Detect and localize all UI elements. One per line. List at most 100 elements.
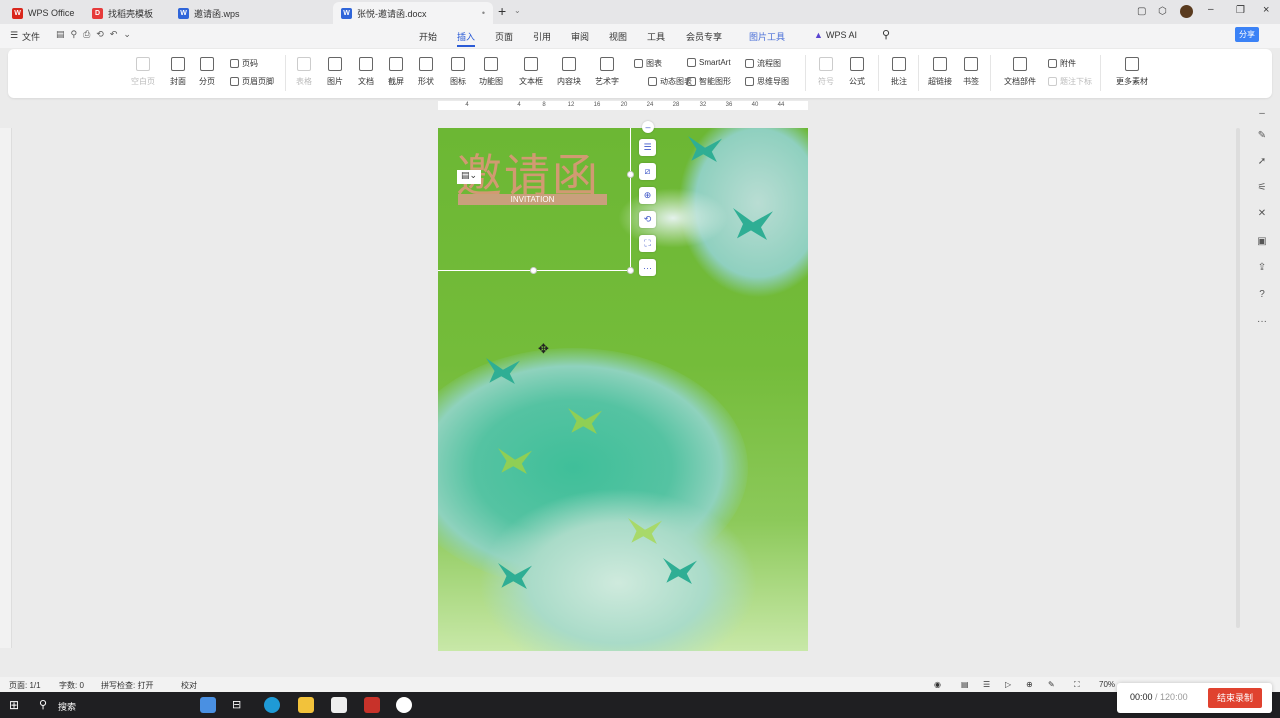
task-view-icon[interactable]: ⊟ — [232, 698, 241, 711]
ribbon-item-2[interactable]: 分页 — [199, 57, 215, 87]
resize-handle[interactable] — [627, 267, 634, 274]
ribbon-item-3[interactable]: 页码 — [230, 58, 258, 69]
ribbon-item-23[interactable]: 批注 — [891, 57, 907, 87]
pen-icon[interactable]: ✎ — [1048, 680, 1055, 689]
window-layout-icon[interactable]: ▢ — [1137, 6, 1146, 17]
tab-close-icon[interactable]: • — [482, 8, 485, 18]
edge-icon[interactable] — [264, 697, 280, 713]
ribbon-item-8[interactable]: 截屏 — [388, 57, 404, 87]
resize-handle[interactable] — [530, 267, 537, 274]
collapse-icon[interactable]: – — [642, 121, 654, 133]
play-icon[interactable]: ▷ — [1005, 680, 1011, 689]
ribbon-item-16[interactable]: 动态图表 — [648, 76, 692, 87]
ribbon-item-21[interactable]: 符号 — [818, 57, 834, 87]
help-icon[interactable]: ? — [1255, 289, 1269, 303]
more-icon[interactable]: ··· — [639, 259, 656, 276]
avatar[interactable] — [1180, 5, 1193, 18]
tab-view[interactable]: 视图 — [609, 30, 627, 43]
minimize-icon[interactable]: – — [1208, 4, 1214, 15]
ribbon-item-28[interactable]: 题注下标 — [1048, 76, 1092, 87]
ribbon-item-11[interactable]: 功能图 — [479, 57, 503, 87]
eye-icon[interactable]: ◉ — [934, 680, 941, 689]
ribbon-item-13[interactable]: 内容块 — [557, 57, 581, 87]
ribbon-item-26[interactable]: 文档部件 — [1004, 57, 1036, 87]
tab-picture-tools[interactable]: 图片工具 — [749, 30, 785, 43]
file-menu[interactable]: 文件 — [22, 30, 40, 43]
qq-icon[interactable] — [396, 697, 412, 713]
windows-start-icon[interactable]: ⊞ — [9, 698, 19, 712]
store-icon[interactable] — [331, 697, 347, 713]
new-tab-icon[interactable]: + — [498, 3, 506, 19]
tools-icon[interactable]: ✕ — [1255, 208, 1269, 222]
ribbon-item-4[interactable]: 页眉页脚 — [230, 76, 274, 87]
horizontal-ruler[interactable]: 4 4 8 12 16 20 24 28 32 36 40 44 — [438, 101, 808, 110]
tab-zhangyue-invitation[interactable]: W 张悦-邀请函.docx • — [333, 2, 493, 24]
word-count[interactable]: 字数: 0 — [59, 680, 84, 691]
chevron-down-icon[interactable]: ⌄ — [514, 6, 521, 15]
tab-invitation-wps[interactable]: W 邀请函.wps — [170, 2, 330, 24]
fit-icon[interactable]: ⛶ — [1074, 680, 1080, 690]
search-icon[interactable]: ⚲ — [882, 28, 890, 41]
file-explorer-icon[interactable] — [298, 697, 314, 713]
tab-tools[interactable]: 工具 — [647, 30, 665, 43]
ribbon-item-1[interactable]: 封面 — [170, 57, 186, 87]
ribbon-item-25[interactable]: 书签 — [963, 57, 979, 87]
menu-icon[interactable]: ☰ — [10, 30, 18, 41]
proofread[interactable]: 校对 — [181, 680, 197, 691]
select-icon[interactable]: ➚ — [1255, 156, 1269, 170]
restore-icon[interactable]: ❐ — [1236, 5, 1245, 16]
ribbon-item-10[interactable]: 图标 — [450, 57, 466, 87]
wps-taskbar-icon[interactable] — [364, 697, 380, 713]
adjust-icon[interactable]: ⚟ — [1255, 182, 1269, 196]
ribbon-item-0[interactable]: 空白页 — [131, 57, 155, 87]
ribbon-item-24[interactable]: 超链接 — [928, 57, 952, 87]
ribbon-item-20[interactable]: 思维导图 — [745, 76, 789, 87]
tab-wps-office[interactable]: W WPS Office — [4, 2, 84, 24]
ribbon-item-19[interactable]: 流程图 — [745, 58, 781, 69]
ribbon-item-22[interactable]: 公式 — [849, 57, 865, 87]
tab-docer[interactable]: D 找稻壳模板 — [84, 2, 169, 24]
spell-check[interactable]: 拼写检查: 打开 — [101, 680, 153, 691]
tab-home[interactable]: 开始 — [419, 30, 437, 43]
ribbon-item-15[interactable]: 图表 — [634, 58, 662, 69]
tab-references[interactable]: 引用 — [533, 30, 551, 43]
resize-handle[interactable] — [627, 171, 634, 178]
ribbon-item-17[interactable]: SmartArt — [687, 58, 731, 67]
crop-icon[interactable]: ⧄ — [639, 163, 656, 180]
zoom-level[interactable]: 70% — [1099, 680, 1115, 689]
more-icon[interactable]: ··· — [1255, 316, 1269, 330]
share-icon[interactable]: ⇪ — [1255, 262, 1269, 276]
ribbon-item-14[interactable]: 艺术字 — [595, 57, 619, 87]
ribbon-item-5[interactable]: 表格 — [296, 57, 312, 87]
ribbon-item-18[interactable]: 智能图形 — [687, 76, 731, 87]
vertical-ruler[interactable] — [0, 128, 12, 648]
vertical-scrollbar[interactable] — [1236, 128, 1240, 628]
ribbon-item-7[interactable]: 文档 — [358, 57, 374, 87]
cube-icon[interactable]: ⬡ — [1158, 6, 1167, 17]
document-page[interactable]: 邀请函 INVITATION — [438, 128, 808, 651]
quick-access-icons[interactable]: ▤⚲⎙⟲↶⌄ — [56, 29, 137, 40]
rotate-icon[interactable]: ⟲ — [639, 211, 656, 228]
share-button[interactable]: 分享 — [1235, 27, 1259, 42]
outline-view-icon[interactable]: ☰ — [983, 680, 990, 689]
taskbar-search[interactable]: 搜索 — [58, 700, 76, 713]
layout-options-icon[interactable]: ▤⌄ — [457, 170, 481, 184]
tab-member[interactable]: 会员专享 — [686, 30, 722, 43]
tab-page[interactable]: 页面 — [495, 30, 513, 43]
ribbon-item-29[interactable]: 更多素材 — [1116, 57, 1148, 87]
tab-insert[interactable]: 插入 — [457, 30, 476, 47]
page-view-icon[interactable]: ▤ — [961, 680, 969, 689]
stop-recording-button[interactable]: 结束录制 — [1208, 688, 1262, 708]
zoom-in-icon[interactable]: ⊕ — [639, 187, 656, 204]
tab-review[interactable]: 审阅 — [571, 30, 589, 43]
page-count[interactable]: 页面: 1/1 — [9, 680, 41, 691]
pen-icon[interactable]: ✎ — [1255, 130, 1269, 144]
ribbon-item-12[interactable]: 文本框 — [519, 57, 543, 87]
image-icon[interactable]: ▣ — [1255, 236, 1269, 250]
web-view-icon[interactable]: ⊕ — [1026, 680, 1033, 689]
ribbon-item-27[interactable]: 附件 — [1048, 58, 1076, 69]
extract-icon[interactable]: ⛶ — [639, 235, 656, 252]
wrap-text-icon[interactable]: ☰ — [639, 139, 656, 156]
ribbon-item-6[interactable]: 图片 — [327, 57, 343, 87]
close-icon[interactable]: × — [1263, 4, 1269, 16]
